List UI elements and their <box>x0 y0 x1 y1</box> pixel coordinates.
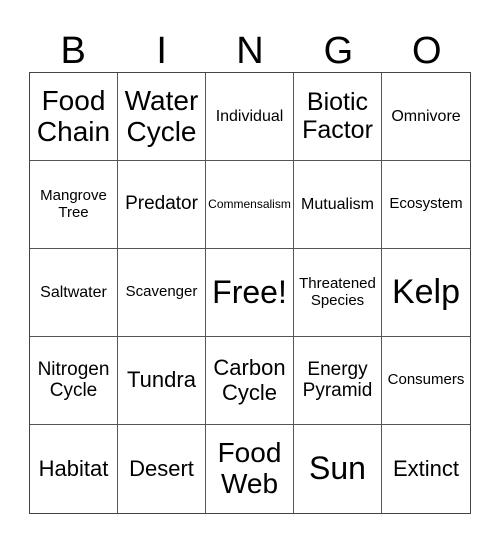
bingo-cell[interactable]: Extinct <box>382 425 470 513</box>
header-letter-g: G <box>323 30 354 72</box>
bingo-cell[interactable]: Predator <box>118 161 206 249</box>
bingo-cell[interactable]: Desert <box>118 425 206 513</box>
free-space[interactable]: Free! <box>206 249 294 337</box>
bingo-cell[interactable]: Sun <box>294 425 382 513</box>
bingo-cell[interactable]: Kelp <box>382 249 470 337</box>
header-letter-n: N <box>236 30 264 72</box>
bingo-cell[interactable]: Omnivore <box>382 73 470 161</box>
bingo-cell[interactable]: Biotic Factor <box>294 73 382 161</box>
bingo-cell[interactable]: Carbon Cycle <box>206 337 294 425</box>
bingo-cell[interactable]: Ecosystem <box>382 161 470 249</box>
bingo-cell[interactable]: Nitrogen Cycle <box>30 337 118 425</box>
header-letter-i: I <box>156 30 167 72</box>
bingo-cell[interactable]: Habitat <box>30 425 118 513</box>
bingo-cell[interactable]: Scavenger <box>118 249 206 337</box>
bingo-cell[interactable]: Energy Pyramid <box>294 337 382 425</box>
bingo-cell[interactable]: Food Chain <box>30 73 118 161</box>
bingo-cell[interactable]: Mutualism <box>294 161 382 249</box>
bingo-grid: Food Chain Water Cycle Individual Biotic… <box>29 72 471 514</box>
bingo-cell[interactable]: Food Web <box>206 425 294 513</box>
bingo-cell[interactable]: Tundra <box>118 337 206 425</box>
bingo-cell[interactable]: Mangrove Tree <box>30 161 118 249</box>
bingo-cell[interactable]: Individual <box>206 73 294 161</box>
header-letter-b: B <box>60 30 86 72</box>
bingo-cell[interactable]: Consumers <box>382 337 470 425</box>
bingo-cell[interactable]: Water Cycle <box>118 73 206 161</box>
header-letter-o: O <box>412 30 442 72</box>
bingo-header: B I N G O <box>29 30 471 72</box>
bingo-cell[interactable]: Threatened Species <box>294 249 382 337</box>
bingo-cell[interactable]: Saltwater <box>30 249 118 337</box>
bingo-cell[interactable]: Commensalism <box>206 161 294 249</box>
